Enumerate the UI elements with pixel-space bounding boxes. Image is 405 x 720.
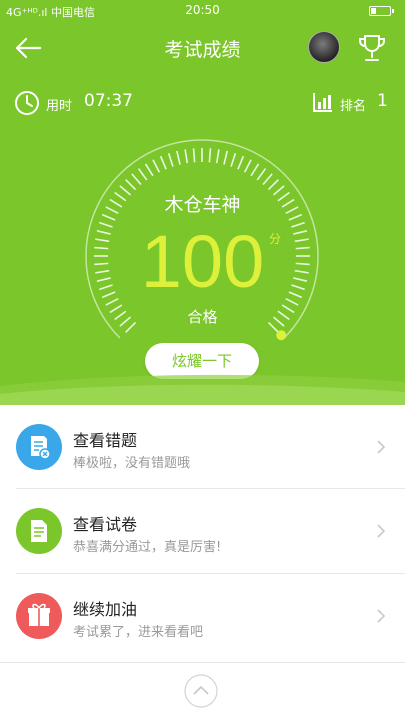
gauge-tick	[125, 179, 137, 191]
gauge-tick	[250, 163, 260, 177]
gauge-tick	[208, 148, 212, 163]
gauge-tick	[230, 153, 237, 167]
gauge-tick	[256, 168, 267, 181]
gauge-tick	[184, 149, 189, 164]
gauge-progress-knob	[276, 330, 287, 341]
chevron-up-icon[interactable]	[184, 674, 218, 708]
gauge-tick	[152, 159, 161, 173]
gauge-tick	[192, 148, 196, 163]
battery-icon	[369, 6, 394, 16]
page-title: 考试成绩	[164, 39, 241, 61]
list-item-subtitle: 棒极啦，没有错题哦	[73, 456, 191, 471]
list-item-subtitle: 恭喜满分通过，真是厉害!	[73, 540, 222, 555]
gauge-tick	[159, 155, 167, 170]
rank-label: 排名	[340, 99, 367, 114]
nav-bar: 考试成绩	[0, 22, 405, 74]
gauge-tick	[243, 159, 252, 173]
gift-icon	[16, 593, 62, 639]
avatar[interactable]	[308, 31, 340, 63]
list-item-title: 查看试卷	[73, 515, 138, 534]
wrong-answers-icon	[16, 424, 62, 470]
gauge-tick	[223, 150, 228, 165]
bottom-bar	[0, 663, 405, 720]
gauge-tick	[267, 179, 279, 191]
wave-decoration	[0, 374, 405, 405]
user-name: 木仓车神	[164, 194, 241, 216]
rank-chart-icon	[313, 93, 332, 112]
trophy-icon[interactable]	[356, 32, 388, 64]
score-unit: 分	[269, 232, 282, 246]
list-item-wrong-answers[interactable]: 查看错题 棒极啦，没有错题哦	[0, 405, 405, 490]
status-bar: 4G⁺ᴴᴰ.ıl 中国电信 20:50	[0, 0, 405, 22]
chevron-right-icon	[377, 609, 386, 623]
gauge-tick	[167, 153, 174, 167]
list-item-keep-going[interactable]: 继续加油 考试累了，进来看看吧	[0, 574, 405, 659]
time-used-value: 07:37	[84, 91, 133, 111]
rank-value: 1	[377, 91, 388, 111]
clock-icon	[15, 91, 39, 115]
chevron-right-icon	[377, 524, 386, 538]
list-item-title: 继续加油	[73, 600, 138, 619]
paper-icon	[16, 508, 62, 554]
info-row: 用时 07:37 排名 1	[0, 88, 405, 118]
gauge-tick	[215, 149, 220, 164]
gauge-tick	[176, 150, 181, 165]
chevron-right-icon	[377, 440, 386, 454]
list-item-title: 查看错题	[73, 431, 138, 450]
gauge-tick	[137, 168, 148, 181]
gauge-tick	[262, 173, 273, 186]
list-item-subtitle: 考试累了，进来看看吧	[73, 625, 204, 640]
score-value: 100	[140, 220, 265, 303]
gauge-tick	[131, 173, 142, 186]
list-item-paper[interactable]: 查看试卷 恭喜满分通过，真是厉害!	[0, 489, 405, 574]
gauge-tick	[237, 155, 245, 170]
pass-status: 合格	[187, 308, 218, 326]
result-header: 4G⁺ᴴᴰ.ıl 中国电信 20:50 考试成绩 用时 07:37 排名 1 木…	[0, 0, 405, 405]
status-time: 20:50	[185, 3, 220, 17]
time-used-label: 用时	[46, 99, 73, 114]
gauge-tick	[144, 163, 154, 177]
